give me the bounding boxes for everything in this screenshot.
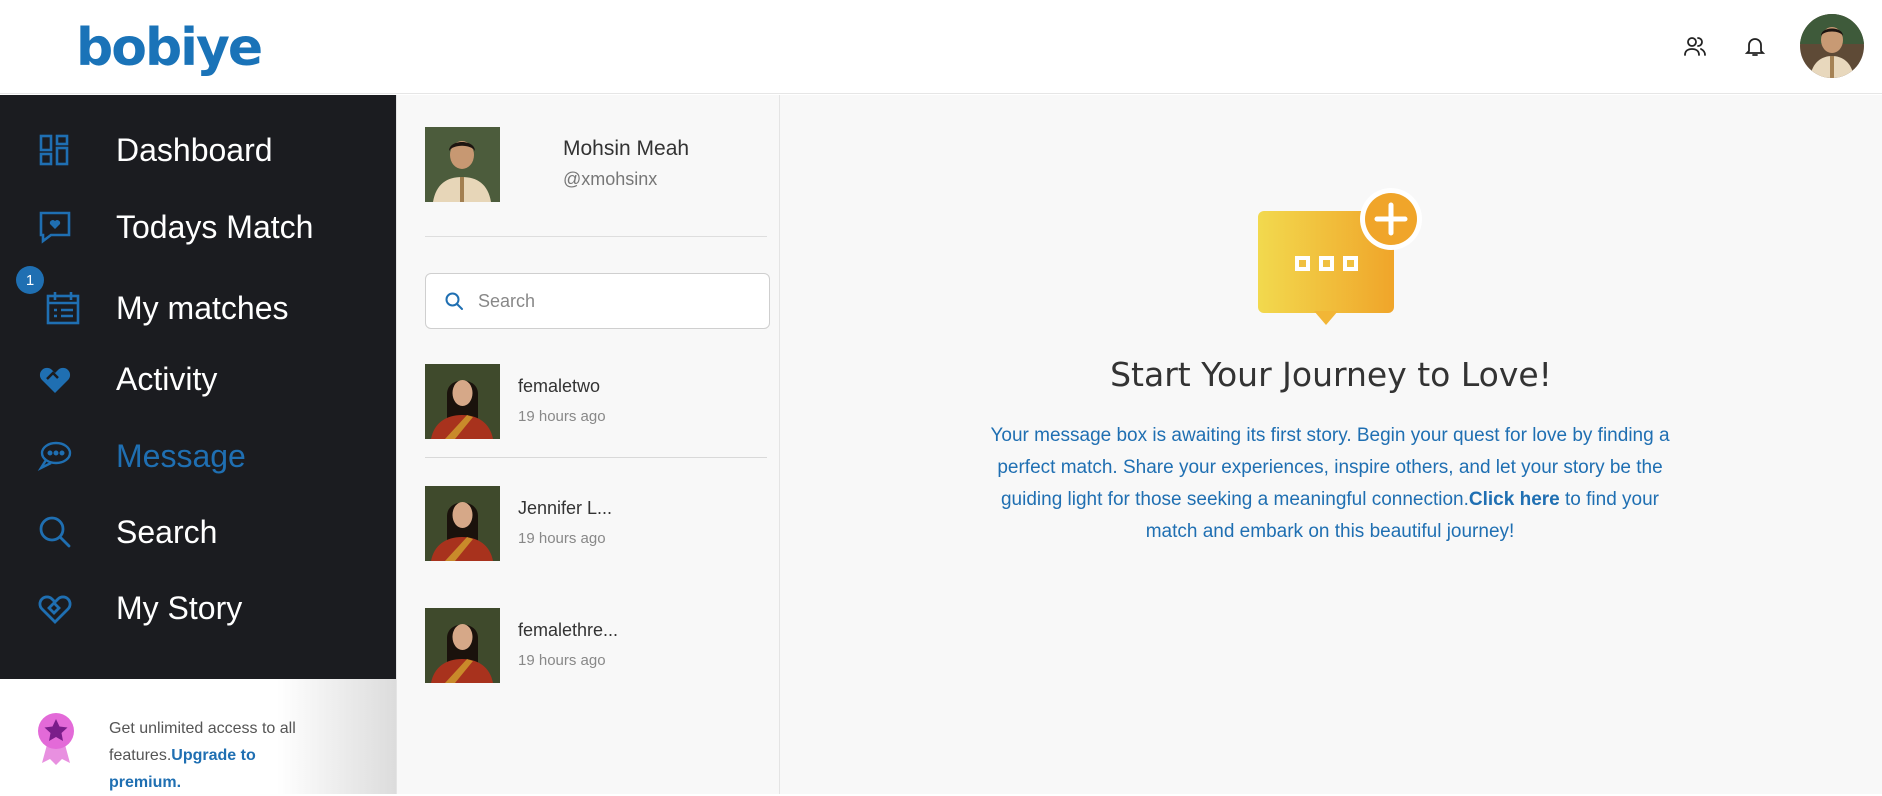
- sidebar: Dashboard Todays Match 1 My matches Acti…: [0, 95, 396, 679]
- logo-text: bobiye: [76, 18, 263, 78]
- heart-story-icon: [36, 589, 74, 627]
- conversation-time: 19 hours ago: [518, 652, 606, 669]
- sidebar-item-my-matches[interactable]: My matches: [0, 278, 396, 338]
- current-user: Mohsin Meah @xmohsinx: [425, 127, 767, 237]
- conversation-item[interactable]: femalethre... 19 hours ago: [425, 608, 767, 702]
- bell-icon[interactable]: [1740, 31, 1770, 61]
- premium-message: Get unlimited access to all features.Upg…: [109, 715, 329, 796]
- users-icon[interactable]: [1680, 31, 1710, 61]
- current-user-handle: @xmohsinx: [563, 169, 658, 189]
- conversation-name: Jennifer L...: [518, 498, 613, 518]
- dashboard-icon: [36, 131, 74, 169]
- sidebar-item-label: Search: [116, 513, 218, 550]
- empty-state-title: Start Your Journey to Love!: [1110, 355, 1552, 394]
- sidebar-item-label: Dashboard: [116, 131, 273, 168]
- sidebar-item-label: Todays Match: [116, 208, 314, 245]
- new-message-icon: [1258, 187, 1424, 337]
- header-actions: [1680, 14, 1864, 78]
- sidebar-item-dashboard[interactable]: Dashboard: [0, 120, 396, 180]
- sidebar-item-message[interactable]: Message: [0, 426, 396, 486]
- conversation-time: 19 hours ago: [518, 408, 606, 425]
- sidebar-item-todays-match[interactable]: Todays Match: [0, 197, 396, 257]
- sidebar-item-my-story[interactable]: My Story: [0, 578, 396, 638]
- conversation-item[interactable]: Jennifer L... 19 hours ago: [425, 486, 767, 580]
- conversation-name: femalethre...: [518, 620, 619, 640]
- profile-avatar[interactable]: [1800, 14, 1864, 78]
- logo[interactable]: bobiye: [76, 16, 263, 80]
- search-input[interactable]: [478, 290, 758, 312]
- current-user-avatar[interactable]: [425, 127, 500, 202]
- search-icon: [36, 513, 74, 551]
- click-here-link[interactable]: Click here: [1469, 489, 1560, 510]
- conversation-list-panel: Mohsin Meah @xmohsinx femaletwo 19 hours…: [396, 95, 780, 794]
- conversation-time: 19 hours ago: [518, 530, 606, 547]
- premium-badge-icon: [36, 711, 76, 765]
- conversation-avatar: [425, 608, 500, 683]
- sidebar-item-label: My Story: [116, 589, 243, 626]
- heart-handshake-icon: [36, 360, 74, 398]
- premium-banner: Get unlimited access to all features.Upg…: [0, 679, 396, 794]
- chat-heart-icon: [36, 208, 74, 246]
- conversation-avatar: [425, 364, 500, 439]
- empty-state-text: Your message box is awaiting its first s…: [980, 420, 1680, 548]
- calendar-icon: [44, 289, 82, 327]
- sidebar-item-search[interactable]: Search: [0, 502, 396, 562]
- conversation-avatar: [425, 486, 500, 561]
- top-bar: bobiye: [0, 0, 1882, 94]
- conversation-item[interactable]: femaletwo 19 hours ago: [425, 364, 767, 458]
- sidebar-item-label: Message: [116, 437, 246, 474]
- sidebar-item-label: My matches: [116, 289, 289, 326]
- sidebar-item-activity[interactable]: Activity: [0, 349, 396, 409]
- search-icon: [445, 292, 463, 310]
- sidebar-item-label: Activity: [116, 360, 218, 397]
- search-box: [425, 273, 770, 329]
- current-user-name: Mohsin Meah: [563, 137, 690, 160]
- message-panel: Start Your Journey to Love! Your message…: [780, 95, 1882, 794]
- conversation-name: femaletwo: [518, 376, 601, 396]
- message-bubble-icon: [36, 437, 74, 475]
